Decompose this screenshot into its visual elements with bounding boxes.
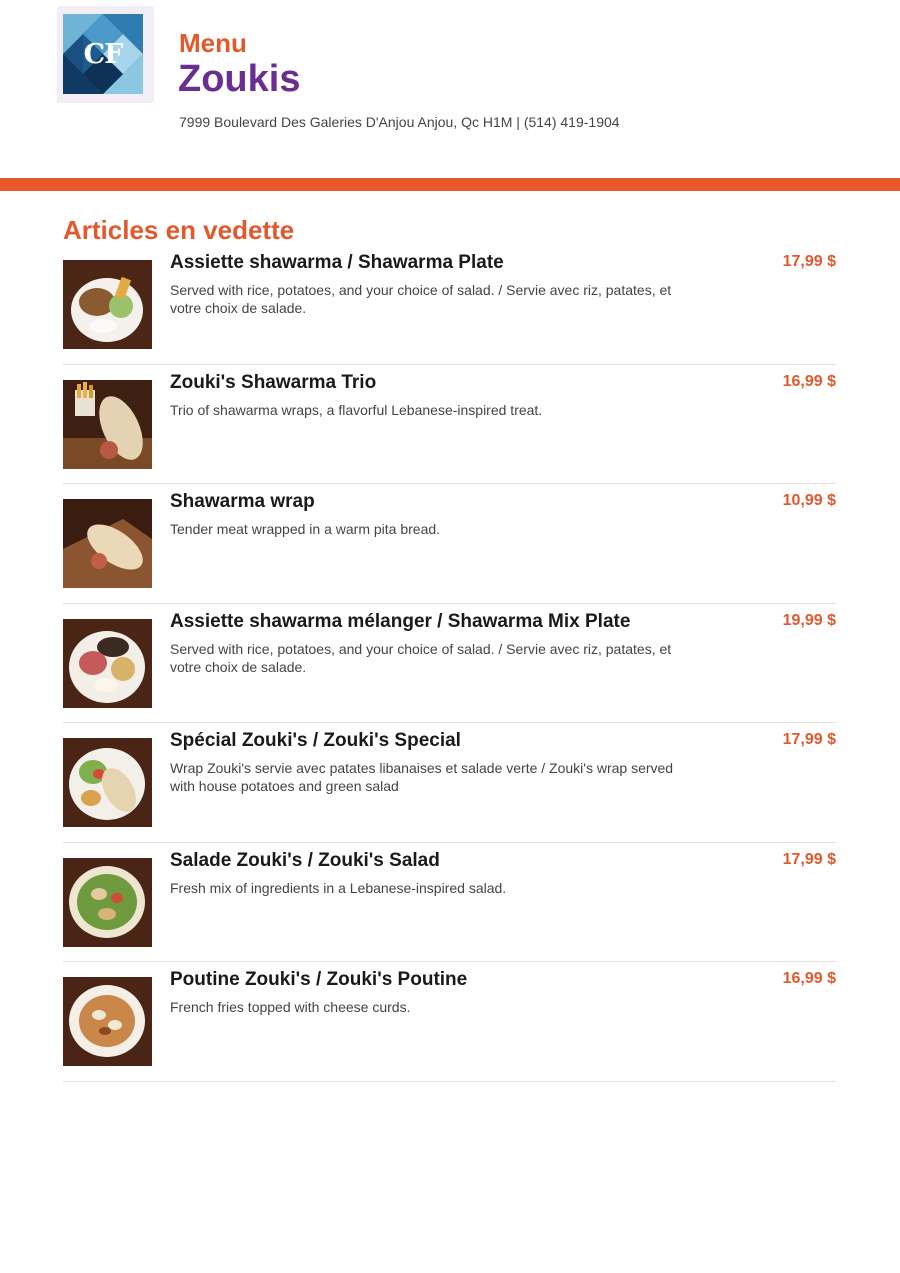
restaurant-address: 7999 Boulevard Des Galeries D'Anjou Anjo… <box>179 114 620 130</box>
logo-text: CF <box>83 38 124 70</box>
menu-subtitle: Menu <box>179 28 247 58</box>
item-name: Spécial Zouki's / Zouki's Special <box>170 730 461 751</box>
item-description: Served with rice, potatoes, and your cho… <box>170 282 672 316</box>
item-description: Trio of shawarma wraps, a flavorful Leba… <box>170 401 543 418</box>
item-price: 17,99 $ <box>782 850 836 868</box>
item-price: 16,99 $ <box>782 970 836 987</box>
item-description: French fries topped with cheese curds. <box>170 999 411 1015</box>
food-photo <box>63 379 152 469</box>
menu-item[interactable]: Assiette shawarma mélanger / Shawarma Mi… <box>63 604 836 723</box>
food-photo <box>63 260 152 349</box>
logo-frame: CF <box>57 6 154 103</box>
header-divider-bar <box>0 178 900 191</box>
menu-item[interactable]: Assiette shawarma / Shawarma Plate Serve… <box>63 245 836 365</box>
item-name: Shawarma wrap <box>170 491 315 512</box>
item-price: 19,99 $ <box>782 611 836 629</box>
menu-item[interactable]: Zouki's Shawarma Trio Trio of shawarma w… <box>63 365 836 484</box>
item-price: 17,99 $ <box>782 731 836 748</box>
menu-item[interactable]: Poutine Zouki's / Zouki's Poutine French… <box>63 962 836 1082</box>
menu-item[interactable]: Shawarma wrap Tender meat wrapped in a w… <box>63 484 836 604</box>
item-price: 10,99 $ <box>782 492 836 509</box>
menu-item-list: Assiette shawarma / Shawarma Plate Serve… <box>63 245 836 1082</box>
food-photo <box>63 499 152 588</box>
item-description: Tender meat wrapped in a warm pita bread… <box>170 521 441 537</box>
item-name: Zouki's Shawarma Trio <box>170 371 377 393</box>
item-name: Poutine Zouki's / Zouki's Poutine <box>170 969 468 990</box>
item-name: Salade Zouki's / Zouki's Salad <box>170 849 440 871</box>
restaurant-logo: CF <box>63 14 143 94</box>
section-title: Articles en vedette <box>63 215 295 245</box>
item-price: 17,99 $ <box>782 253 836 270</box>
item-description: Served with rice, potatoes, and your cho… <box>170 640 672 675</box>
restaurant-name: Zoukis <box>178 58 301 100</box>
food-photo <box>63 738 152 827</box>
item-name: Assiette shawarma mélanger / Shawarma Mi… <box>170 610 631 632</box>
menu-item[interactable]: Salade Zouki's / Zouki's Salad Fresh mix… <box>63 843 836 962</box>
item-description: Fresh mix of ingredients in a Lebanese-i… <box>170 879 507 896</box>
item-name: Assiette shawarma / Shawarma Plate <box>170 252 504 273</box>
item-description: Wrap Zouki's servie avec patates libanai… <box>170 760 674 794</box>
food-photo <box>63 618 152 708</box>
menu-item[interactable]: Spécial Zouki's / Zouki's Special Wrap Z… <box>63 723 836 843</box>
item-price: 16,99 $ <box>782 372 836 390</box>
food-photo <box>63 857 152 947</box>
food-photo <box>63 977 152 1066</box>
